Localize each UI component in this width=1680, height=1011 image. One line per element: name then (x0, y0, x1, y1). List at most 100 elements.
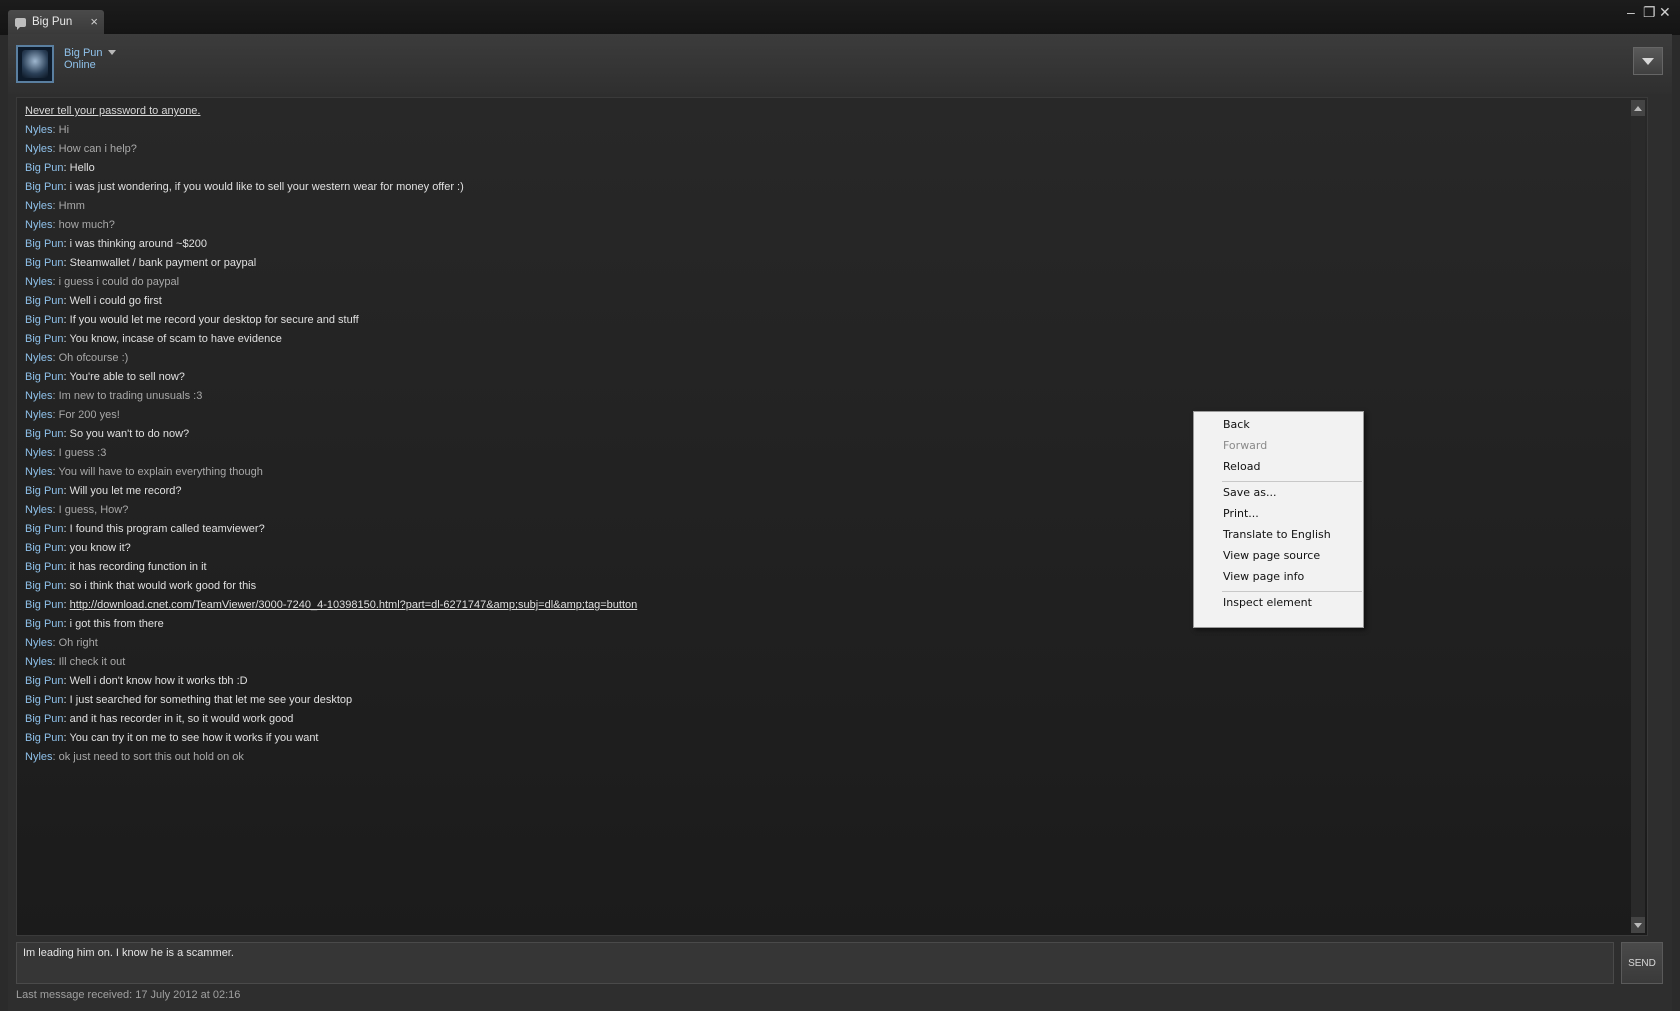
message-sender: Nyles (25, 143, 53, 155)
message-text: : You can try it on me to see how it wor… (63, 732, 319, 744)
menu-item-save-as[interactable]: Save as... (1223, 483, 1276, 503)
scroll-up-button[interactable] (1631, 100, 1645, 116)
message-text: : Will you let me record? (63, 485, 182, 497)
message-sender: Big Pun (25, 694, 64, 706)
chat-options-button[interactable] (1633, 47, 1663, 75)
chat-message: Big Pun: so i think that would work good… (25, 577, 637, 596)
message-text: : you know it? (63, 542, 131, 554)
message-input[interactable]: Im leading him on. I know he is a scamme… (16, 942, 1614, 984)
message-sender: Big Pun (25, 295, 64, 307)
message-text: : I just searched for something that let… (63, 694, 353, 706)
menu-item-translate-to-english[interactable]: Translate to English (1223, 525, 1331, 545)
message-sender: Nyles (25, 409, 53, 421)
chat-message: Nyles: Hi (25, 121, 637, 140)
message-text: : Oh right (52, 637, 98, 649)
menu-item-reload[interactable]: Reload (1223, 457, 1260, 477)
chat-bubble-icon (15, 17, 26, 30)
message-text: : You know, incase of scam to have evide… (63, 333, 282, 345)
chat-message: Big Pun: Well i don't know how it works … (25, 672, 637, 691)
close-icon[interactable]: ✕ (1659, 4, 1671, 21)
message-sender: Big Pun (25, 732, 64, 744)
message-sender: Nyles (25, 751, 53, 763)
message-list: Never tell your password to anyone. Nyle… (25, 102, 637, 767)
message-sender: Big Pun (25, 333, 64, 345)
menu-item-back[interactable]: Back (1223, 415, 1250, 435)
notice-text: Never tell your password to anyone. (25, 105, 201, 117)
message-sender: Big Pun (25, 542, 64, 554)
chat-message: Big Pun: Steamwallet / bank payment or p… (25, 254, 637, 273)
tab-big-pun[interactable]: Big Pun × (8, 10, 104, 34)
message-text: : so i think that would work good for th… (63, 580, 257, 592)
message-sender: Nyles (25, 219, 53, 231)
context-menu: Back Forward Reload Save as... Print... Trans… (1193, 411, 1364, 628)
message-sender: Nyles (25, 504, 53, 516)
menu-item-inspect-element[interactable]: Inspect element (1223, 593, 1312, 613)
message-sender: Big Pun (25, 238, 64, 250)
restore-icon[interactable]: ❐ (1643, 4, 1656, 21)
chat-message: Nyles: I guess :3 (25, 444, 637, 463)
message-sender: Nyles (25, 124, 53, 136)
minimize-icon[interactable]: – (1627, 4, 1635, 20)
message-sender: Big Pun (25, 675, 64, 687)
message-text: : You're able to sell now? (63, 371, 185, 383)
message-sender: Big Pun (25, 371, 64, 383)
friend-status: Online (64, 59, 96, 71)
avatar[interactable] (16, 45, 54, 83)
message-text: : Hmm (52, 200, 85, 212)
message-sender: Nyles (25, 276, 53, 288)
chat-message: Big Pun: i was thinking around ~$200 (25, 235, 637, 254)
chat-message: Nyles: Im new to trading unusuals :3 (25, 387, 637, 406)
message-text: : Hi (52, 124, 70, 136)
menu-item-view-page-info[interactable]: View page info (1223, 567, 1304, 587)
message-text: : it has recording function in it (63, 561, 207, 573)
message-sender: Nyles (25, 390, 53, 402)
title-bar (0, 0, 1680, 35)
message-text: : Steamwallet / bank payment or paypal (63, 257, 257, 269)
chat-message: Nyles: Hmm (25, 197, 637, 216)
last-message-status: Last message received: 17 July 2012 at 0… (16, 989, 241, 1001)
message-sender: Big Pun (25, 485, 64, 497)
message-sender: Nyles (25, 466, 53, 478)
chat-message: Nyles: I guess, How? (25, 501, 637, 520)
chat-message: Big Pun: I just searched for something t… (25, 691, 637, 710)
message-sender: Big Pun (25, 162, 64, 174)
chat-message: Big Pun: it has recording function in it (25, 558, 637, 577)
message-sender: Big Pun (25, 580, 64, 592)
message-text: : and it has recorder in it, so it would… (63, 713, 294, 725)
chat-log[interactable]: Never tell your password to anyone. Nyle… (16, 97, 1648, 936)
chat-message: Big Pun: http://download.cnet.com/TeamVi… (25, 596, 637, 615)
menu-separator (1222, 481, 1362, 482)
message-text: : If you would let me record your deskto… (63, 314, 359, 326)
chat-message: Nyles: i guess i could do paypal (25, 273, 637, 292)
scrollbar[interactable] (1631, 100, 1645, 933)
message-sender: Big Pun (25, 181, 64, 193)
chevron-down-icon[interactable] (108, 50, 116, 55)
chat-message: Big Pun: I found this program called tea… (25, 520, 637, 539)
chat-message: Nyles: Ill check it out (25, 653, 637, 672)
chat-message: Nyles: For 200 yes! (25, 406, 637, 425)
menu-item-view-page-source[interactable]: View page source (1223, 546, 1320, 566)
message-sender: Big Pun (25, 599, 64, 611)
chat-message: Nyles: Oh ofcourse :) (25, 349, 637, 368)
message-link[interactable]: http://download.cnet.com/TeamViewer/3000… (70, 599, 638, 611)
friend-header (8, 34, 1672, 94)
message-sender: Nyles (25, 200, 53, 212)
message-text: : Oh ofcourse :) (52, 352, 129, 364)
chat-message: Nyles: How can i help? (25, 140, 637, 159)
message-text: : I found this program called teamviewer… (63, 523, 265, 535)
chat-message: Big Pun: i was just wondering, if you wo… (25, 178, 637, 197)
chat-message: Big Pun: and it has recorder in it, so i… (25, 710, 637, 729)
menu-separator (1222, 591, 1362, 592)
message-sender: Big Pun (25, 561, 64, 573)
message-text: : You will have to explain everything th… (52, 466, 263, 478)
message-text: : ok just need to sort this out hold on … (52, 751, 244, 763)
message-sender: Nyles (25, 447, 53, 459)
scroll-down-button[interactable] (1631, 917, 1645, 933)
friend-name[interactable]: Big Pun (64, 47, 103, 59)
send-button[interactable]: SEND (1621, 942, 1663, 984)
arrow-up-icon (1634, 105, 1642, 111)
tab-close-icon[interactable]: × (90, 14, 98, 29)
menu-item-print[interactable]: Print... (1223, 504, 1259, 524)
dropdown-arrow-icon (1642, 57, 1654, 65)
chat-message: Big Pun: Hello (25, 159, 637, 178)
